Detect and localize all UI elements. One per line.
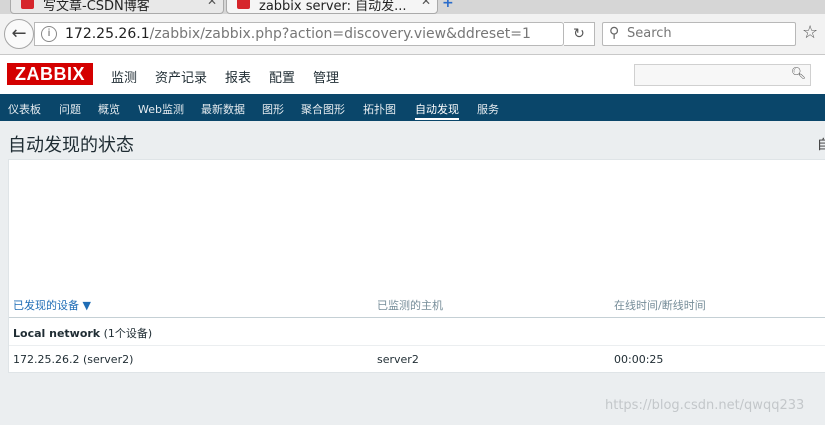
csdn-favicon-icon xyxy=(21,0,34,9)
cell-device: 172.25.26.2 (server2) xyxy=(13,353,134,366)
cell-host: server2 xyxy=(377,353,419,366)
group-count: (1个设备) xyxy=(103,327,153,340)
reload-icon: ↻ xyxy=(573,26,585,42)
browser-search-box[interactable]: ⚲ xyxy=(602,22,796,46)
sub-menu-overview[interactable]: 概览 xyxy=(98,101,120,117)
table-group-row: Local network (1个设备) xyxy=(9,318,825,346)
zabbix-logo[interactable]: ZABBIX xyxy=(7,63,93,85)
url-text: 172.25.26.1/zabbix/zabbix.php?action=dis… xyxy=(65,26,531,42)
sub-menu-problems[interactable]: 问题 xyxy=(59,101,81,117)
browser-tab[interactable]: 写文章-CSDN博客 ✕ xyxy=(10,0,224,14)
browser-tab-active[interactable]: zabbix server: 自动发... ✕ xyxy=(226,0,438,14)
search-icon: ⚲ xyxy=(609,25,620,41)
cropped-filter-label[interactable]: 自 xyxy=(817,134,825,153)
browser-search-input[interactable] xyxy=(627,25,787,41)
sub-menu-screens[interactable]: 聚合图形 xyxy=(301,101,345,117)
table-row: 172.25.26.2 (server2) server2 00:00:25 xyxy=(9,346,825,372)
column-header-uptime-downtime: 在线时间/断线时间 xyxy=(614,299,706,312)
search-icon[interactable]: 🔍︎ xyxy=(791,66,806,80)
close-icon[interactable]: ✕ xyxy=(207,0,217,8)
main-menu-reports[interactable]: 报表 xyxy=(225,67,251,86)
watermark: https://blog.csdn.net/qwqq233 xyxy=(605,398,805,413)
group-label: Local network (1个设备) xyxy=(13,325,152,341)
sub-menu-discovery[interactable]: 自动发现 xyxy=(415,101,459,120)
arrow-left-icon: ← xyxy=(11,23,27,44)
sub-menu-dashboard[interactable]: 仪表板 xyxy=(8,101,41,117)
main-menu-inventory[interactable]: 资产记录 xyxy=(155,67,207,86)
zabbix-favicon-icon xyxy=(237,0,250,9)
cell-uptime: 00:00:25 xyxy=(614,353,664,366)
bookmark-star-icon[interactable]: ☆ xyxy=(802,22,818,43)
url-path: /zabbix/zabbix.php?action=discovery.view… xyxy=(149,26,531,42)
column-header-monitored-host: 已监测的主机 xyxy=(377,299,443,312)
close-icon[interactable]: ✕ xyxy=(421,0,431,8)
reload-button[interactable]: ↻ xyxy=(564,22,595,46)
main-menu-configuration[interactable]: 配置 xyxy=(269,67,295,86)
new-tab-icon[interactable]: + xyxy=(442,0,454,11)
url-bar[interactable]: i 172.25.26.1/zabbix/zabbix.php?action=d… xyxy=(34,22,564,46)
sub-menu-services[interactable]: 服务 xyxy=(477,101,499,117)
group-name: Local network xyxy=(13,327,101,340)
page-title: 自动发现的状态 xyxy=(8,135,134,156)
sub-menu-maps[interactable]: 拓扑图 xyxy=(363,101,396,117)
zabbix-search-box[interactable]: 🔍︎ xyxy=(634,64,811,86)
browser-navbar: ← i 172.25.26.1/zabbix/zabbix.php?action… xyxy=(0,14,825,55)
tab-title: 写文章-CSDN博客 xyxy=(43,0,150,14)
column-header-discovered-device[interactable]: 已发现的设备 ▼ xyxy=(13,297,91,313)
sub-menu-graphs[interactable]: 图形 xyxy=(262,101,284,117)
discovery-table-panel: 已发现的设备 ▼ 已监测的主机 在线时间/断线时间 Local network … xyxy=(8,159,825,373)
zabbix-header: ZABBIX 监测 资产记录 报表 配置 管理 🔍︎ xyxy=(0,55,825,94)
main-menu-monitoring[interactable]: 监测 xyxy=(111,67,137,86)
back-button[interactable]: ← xyxy=(4,19,34,49)
sub-menu: 仪表板 问题 概览 Web监测 最新数据 图形 聚合图形 拓扑图 自动发现 服务 xyxy=(0,94,825,121)
main-menu-administration[interactable]: 管理 xyxy=(313,67,339,86)
sub-menu-web[interactable]: Web监测 xyxy=(138,101,184,117)
browser-tab-bar: 写文章-CSDN博客 ✕ zabbix server: 自动发... ✕ + xyxy=(0,0,825,14)
tab-title: zabbix server: 自动发... xyxy=(259,0,407,14)
url-host: 172.25.26.1 xyxy=(65,26,150,42)
sub-menu-latest-data[interactable]: 最新数据 xyxy=(201,101,245,117)
info-icon[interactable]: i xyxy=(41,26,57,42)
